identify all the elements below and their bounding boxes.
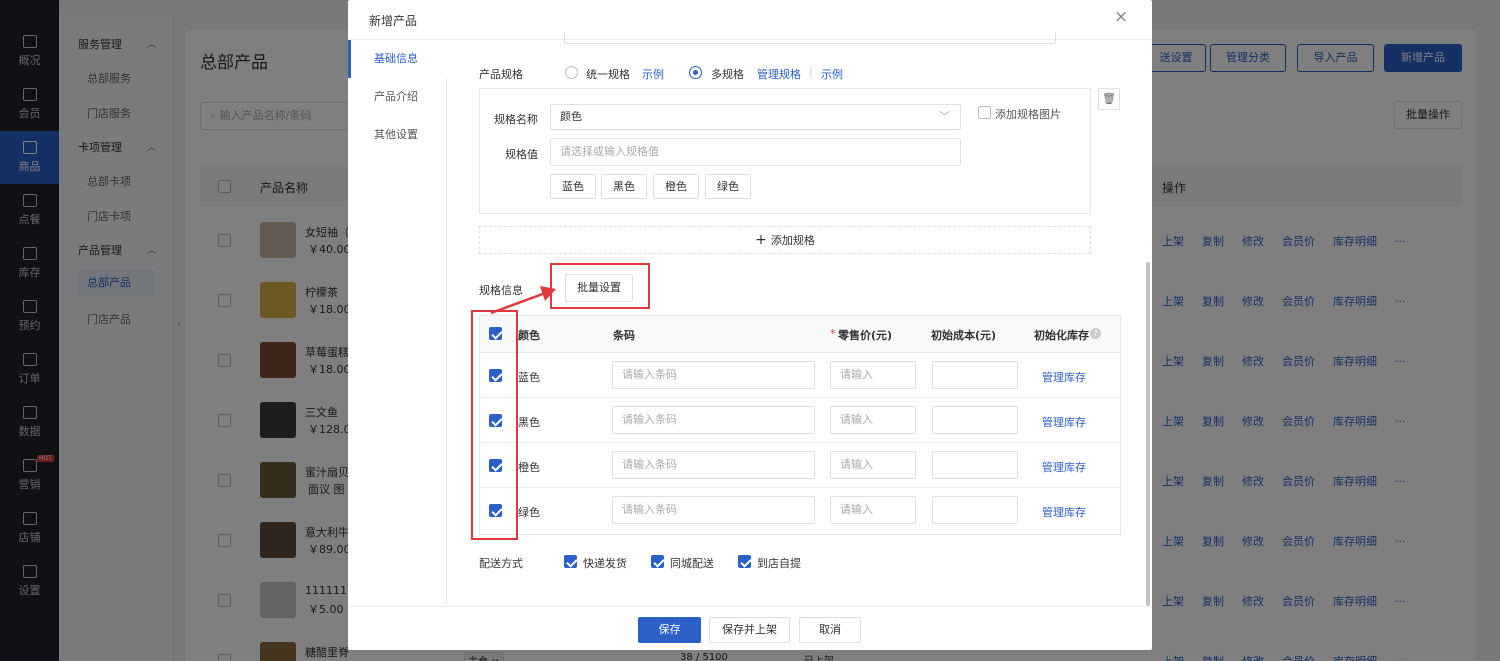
radio-multi-spec[interactable] [689,66,702,79]
manage-spec-link[interactable]: 管理规格 [757,66,801,82]
cancel-button[interactable]: 取消 [799,617,861,643]
add-spec-image-checkbox[interactable] [978,106,991,119]
delivery-pickup-checkbox[interactable] [738,555,751,568]
highlight-box-checkboxes [471,310,518,540]
barcode-input[interactable]: 请输入条码 [612,406,815,434]
example-link[interactable]: 示例 [642,66,664,82]
help-icon[interactable]: ? [1090,328,1101,339]
manage-stock-link[interactable]: 管理库存 [1042,504,1086,520]
delivery-local-label: 同城配送 [670,557,714,570]
spec-value-tag[interactable]: 蓝色 [550,174,596,199]
col-color: 颜色 [518,329,540,342]
spec-value-label: 规格值 [505,148,538,161]
row-divider [480,487,1120,488]
retail-price-input[interactable]: 请输入 [830,451,916,479]
unified-spec-label: 统一规格 [586,68,630,81]
dialog-footer: 保存 保存并上架 取消 [348,606,1152,650]
delivery-express-checkbox[interactable] [564,555,577,568]
spec-label: 产品规格 [479,68,523,81]
row-divider [480,442,1120,443]
scrolled-input-edge [564,32,1056,44]
separator: | [809,65,813,78]
manage-stock-link[interactable]: 管理库存 [1042,414,1086,430]
spec-name-select[interactable]: 颜色 ﹀ [550,104,961,130]
barcode-input[interactable]: 请输入条码 [612,361,815,389]
initial-cost-input[interactable] [932,496,1018,524]
tab-basic-info[interactable]: 基础信息 [348,40,447,78]
close-icon[interactable]: × [1114,7,1128,27]
spec-name-label: 规格名称 [494,113,538,126]
spec-row-color: 绿色 [518,506,540,519]
dialog-tabs: 基础信息 产品介绍 其他设置 [348,40,447,606]
manage-stock-link[interactable]: 管理库存 [1042,369,1086,385]
col-initial-stock: 初始化库存 [1034,329,1089,342]
spec-table-header [480,316,1120,353]
initial-cost-input[interactable] [932,451,1018,479]
plus-icon: + [755,232,767,248]
delivery-label: 配送方式 [479,557,523,570]
highlight-box-batch [550,263,650,309]
col-barcode: 条码 [613,329,635,342]
row-divider [480,397,1120,398]
delivery-pickup-label: 到店自提 [757,557,801,570]
trash-icon: 🗑 [1102,92,1116,105]
dialog-scrollbar[interactable] [1146,262,1150,606]
spec-row-color: 黑色 [518,416,540,429]
chevron-down-icon: ﹀ [939,110,950,123]
barcode-input[interactable]: 请输入条码 [612,451,815,479]
initial-cost-input[interactable] [932,406,1018,434]
radio-unified-spec[interactable] [565,66,578,79]
barcode-input[interactable]: 请输入条码 [612,496,815,524]
required-mark: * [830,327,836,340]
col-retail-price: 零售价(元) [838,329,893,342]
col-initial-cost: 初始成本(元) [931,329,997,342]
add-spec-button[interactable]: + 添加规格 [479,226,1091,254]
save-button[interactable]: 保存 [638,617,701,643]
retail-price-input[interactable]: 请输入 [830,496,916,524]
spec-row-color: 橙色 [518,461,540,474]
multi-spec-label: 多规格 [711,68,744,81]
manage-stock-link[interactable]: 管理库存 [1042,459,1086,475]
tab-product-intro[interactable]: 产品介绍 [348,78,447,116]
dialog-title: 新增产品 [369,14,418,28]
spec-value-tag[interactable]: 绿色 [705,174,751,199]
add-spec-image-label: 添加规格图片 [995,108,1061,121]
retail-price-input[interactable]: 请输入 [830,406,916,434]
delivery-express-label: 快递发货 [583,557,627,570]
retail-price-input[interactable]: 请输入 [830,361,916,389]
spec-value-tag[interactable]: 橙色 [653,174,699,199]
initial-cost-input[interactable] [932,361,1018,389]
spec-value-tag[interactable]: 黑色 [601,174,647,199]
example-link-2[interactable]: 示例 [821,66,843,82]
new-product-dialog: 新增产品 × 基础信息 产品介绍 其他设置 产品规格 统一规格 示例 多规格 管… [348,0,1152,650]
save-and-list-button[interactable]: 保存并上架 [709,617,790,643]
delete-spec-button[interactable]: 🗑 [1098,88,1120,110]
delivery-local-checkbox[interactable] [651,555,664,568]
spec-row-color: 蓝色 [518,371,540,384]
spec-value-input[interactable]: 请选择或输入规格值 [550,138,961,166]
tab-other-settings[interactable]: 其他设置 [348,116,447,154]
red-arrow [490,286,556,315]
